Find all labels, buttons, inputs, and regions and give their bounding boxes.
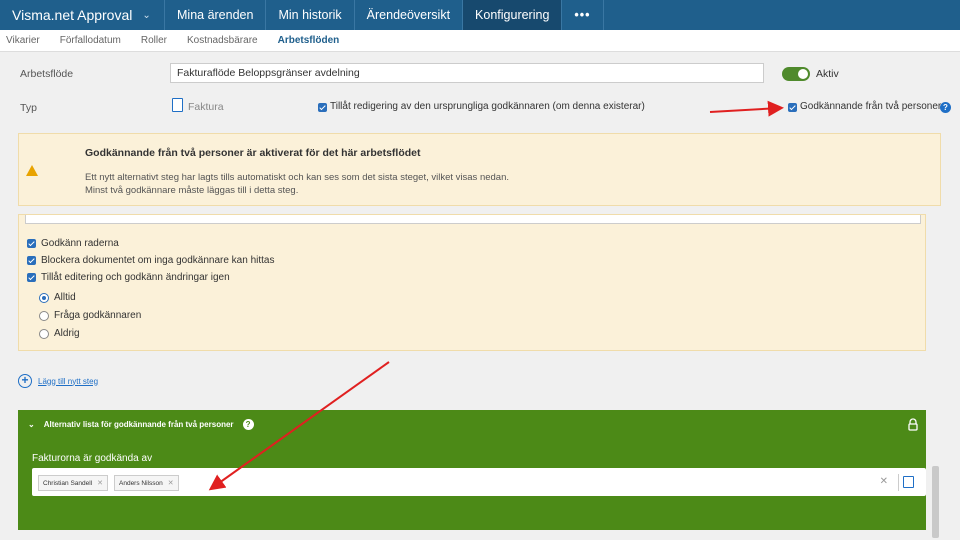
lookup-icon[interactable] bbox=[903, 476, 914, 488]
remove-icon: ✕ bbox=[97, 480, 104, 487]
approvers-field[interactable]: Christian Sandell ✕ Anders Nilsson ✕ ✕ bbox=[32, 468, 926, 496]
collapse-chevron-icon[interactable]: ⌄ bbox=[28, 420, 35, 429]
subnav-kostnadsbarare[interactable]: Kostnadsbärare bbox=[187, 35, 258, 46]
checkbox-row-allow-editing[interactable]: Tillåt editering och godkänn ändringar i… bbox=[27, 272, 230, 283]
radio-never[interactable]: Aldrig bbox=[39, 328, 80, 339]
warning-icon bbox=[26, 165, 38, 176]
active-label: Aktiv bbox=[816, 68, 839, 80]
more-menu-icon[interactable]: ••• bbox=[562, 0, 604, 30]
warning-line-1: Ett nytt alternativt steg har lagts till… bbox=[85, 172, 510, 183]
type-label: Typ bbox=[20, 102, 37, 114]
approver-chip[interactable]: Christian Sandell ✕ bbox=[38, 475, 109, 491]
two-person-checkbox[interactable] bbox=[788, 101, 797, 113]
alternative-list-title: Alternativ lista för godkännande från tv… bbox=[43, 420, 234, 429]
warning-box: Godkännande från två personer är aktiver… bbox=[18, 133, 941, 206]
workflow-name-input[interactable]: Fakturaflöde Beloppsgränser avdelning bbox=[170, 63, 764, 83]
sub-nav: Vikarier Förfallodatum Roller Kostnadsbä… bbox=[0, 30, 960, 52]
annotation-arrow-top bbox=[709, 100, 784, 117]
warning-line-2: Minst två godkännare måste läggas till i… bbox=[85, 185, 299, 196]
subnav-forfallodatum[interactable]: Förfallodatum bbox=[60, 35, 121, 46]
add-step-button[interactable]: + Lägg till nytt steg bbox=[18, 374, 98, 388]
allow-edit-checkbox[interactable] bbox=[318, 101, 327, 113]
top-nav: Visma.net Approval ⌄ Mina ärenden Min hi… bbox=[0, 0, 960, 30]
step-settings: Godkänn raderna Blockera dokumentet om i… bbox=[18, 214, 926, 351]
radio-ask-approver[interactable]: Fråga godkännaren bbox=[39, 310, 141, 321]
add-step-label: Lägg till nytt steg bbox=[38, 376, 99, 386]
subnav-roller[interactable]: Roller bbox=[141, 35, 167, 46]
lock-icon[interactable] bbox=[908, 418, 918, 431]
workflow-label: Arbetsflöde bbox=[20, 68, 74, 80]
app-switcher[interactable]: Visma.net Approval ⌄ bbox=[0, 0, 165, 30]
help-icon[interactable]: ? bbox=[940, 101, 951, 113]
clear-icon[interactable]: ✕ bbox=[880, 476, 888, 487]
allow-edit-label: Tillåt redigering av den ursprungliga go… bbox=[330, 101, 645, 112]
step-input-edge bbox=[25, 215, 921, 224]
checkbox-row-block-document[interactable]: Blockera dokumentet om inga godkännare k… bbox=[27, 255, 274, 266]
nav-min-historik[interactable]: Min historik bbox=[266, 0, 355, 30]
field-divider bbox=[898, 474, 899, 491]
app-title: Visma.net Approval bbox=[12, 7, 133, 23]
help-icon-alt[interactable]: ? bbox=[242, 419, 254, 430]
two-person-label: Godkännande från två personer bbox=[800, 101, 942, 112]
warning-title: Godkännande från två personer är aktiver… bbox=[85, 147, 421, 159]
approved-by-label: Fakturorna är godkända av bbox=[32, 453, 153, 464]
approver-chip[interactable]: Anders Nilsson ✕ bbox=[114, 475, 179, 491]
plus-icon: + bbox=[18, 374, 32, 388]
active-toggle[interactable] bbox=[782, 67, 810, 81]
document-icon bbox=[172, 98, 183, 112]
radio-always[interactable]: Alltid bbox=[39, 292, 76, 303]
chevron-down-icon: ⌄ bbox=[142, 9, 151, 21]
alternative-list-panel: ⌄ Alternativ lista för godkännande från … bbox=[18, 410, 926, 530]
nav-arendeoversikt[interactable]: Ärendeöversikt bbox=[355, 0, 464, 30]
nav-mina-arenden[interactable]: Mina ärenden bbox=[165, 0, 267, 30]
subnav-arbetsfloden[interactable]: Arbetsflöden bbox=[278, 35, 340, 46]
nav-konfigurering[interactable]: Konfigurering bbox=[463, 0, 563, 30]
remove-icon: ✕ bbox=[167, 480, 174, 487]
scrollbar[interactable] bbox=[932, 466, 939, 538]
subnav-vikarier[interactable]: Vikarier bbox=[6, 35, 40, 46]
checkbox-row-approve-lines[interactable]: Godkänn raderna bbox=[27, 238, 119, 249]
type-value: Faktura bbox=[188, 101, 224, 113]
